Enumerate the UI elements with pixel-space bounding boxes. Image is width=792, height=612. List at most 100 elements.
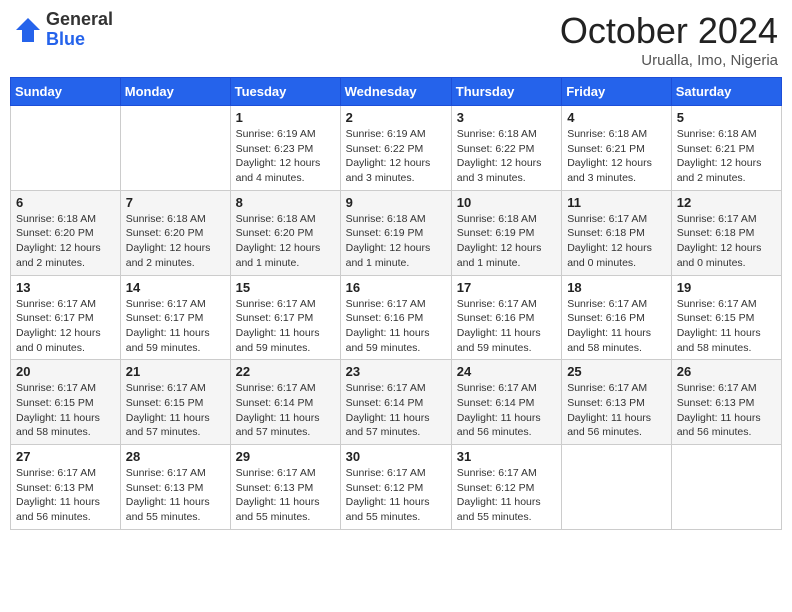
day-number: 5 — [677, 110, 776, 125]
day-info: Sunrise: 6:17 AM Sunset: 6:18 PM Dayligh… — [677, 212, 776, 271]
calendar-cell: 30Sunrise: 6:17 AM Sunset: 6:12 PM Dayli… — [340, 445, 451, 530]
calendar-cell: 15Sunrise: 6:17 AM Sunset: 6:17 PM Dayli… — [230, 275, 340, 360]
calendar-cell: 14 Sunrise: 6:17 AM Sunset: 6:17 PM Dayli… — [120, 275, 230, 360]
day-of-week-header: Wednesday — [340, 78, 451, 106]
calendar-cell — [562, 445, 672, 530]
day-info: Sunrise: 6:17 AM Sunset: 6:13 PM Dayligh… — [16, 466, 115, 525]
day-of-week-header: Friday — [562, 78, 672, 106]
day-info: Sunrise: 6:18 AM Sunset: 6:20 PM Dayligh… — [16, 212, 115, 271]
logo-blue: Blue — [46, 30, 113, 50]
day-number: 28 — [126, 449, 225, 464]
location: Urualla, Imo, Nigeria — [560, 52, 778, 69]
calendar-cell: 16 Sunrise: 6:17 AM Sunset: 6:16 PM Dayli… — [340, 275, 451, 360]
day-number: 31 — [457, 449, 556, 464]
day-number: 3 — [457, 110, 556, 125]
calendar-cell: 25 Sunrise: 6:17 AM Sunset: 6:13 PM Dayli… — [562, 360, 672, 445]
logo-text: General Blue — [46, 10, 113, 50]
calendar-cell — [120, 106, 230, 191]
day-number: 23 — [346, 364, 446, 379]
day-info: Sunrise: 6:17 AM Sunset: 6:15 PM Dayligh… — [16, 381, 115, 440]
day-number: 19 — [677, 280, 776, 295]
day-of-week-header: Saturday — [671, 78, 781, 106]
calendar-week-row: 20 Sunrise: 6:17 AM Sunset: 6:15 PM Dayli… — [11, 360, 782, 445]
day-number: 1 — [236, 110, 335, 125]
calendar-cell: 4 Sunrise: 6:18 AM Sunset: 6:21 PM Daylig… — [562, 106, 672, 191]
calendar-cell: 12 Sunrise: 6:17 AM Sunset: 6:18 PM Dayli… — [671, 190, 781, 275]
day-info: Sunrise: 6:17 AM Sunset: 6:13 PM Dayligh… — [126, 466, 225, 525]
day-of-week-header: Sunday — [11, 78, 121, 106]
calendar-cell: 20 Sunrise: 6:17 AM Sunset: 6:15 PM Dayli… — [11, 360, 121, 445]
day-number: 25 — [567, 364, 666, 379]
calendar-cell: 8 Sunrise: 6:18 AM Sunset: 6:20 PM Daylig… — [230, 190, 340, 275]
day-number: 12 — [677, 195, 776, 210]
day-number: 2 — [346, 110, 446, 125]
day-info: Sunrise: 6:19 AM Sunset: 6:23 PM Dayligh… — [236, 127, 335, 186]
calendar-week-row: 6 Sunrise: 6:18 AM Sunset: 6:20 PM Daylig… — [11, 190, 782, 275]
day-info: Sunrise: 6:17 AM Sunset: 6:14 PM Dayligh… — [236, 381, 335, 440]
day-info: Sunrise: 6:17 AM Sunset: 6:13 PM Dayligh… — [236, 466, 335, 525]
calendar-cell: 26Sunrise: 6:17 AM Sunset: 6:13 PM Dayli… — [671, 360, 781, 445]
calendar-cell: 19 Sunrise: 6:17 AM Sunset: 6:15 PM Dayli… — [671, 275, 781, 360]
day-info: Sunrise: 6:17 AM Sunset: 6:13 PM Dayligh… — [677, 381, 776, 440]
calendar-cell: 24 Sunrise: 6:17 AM Sunset: 6:14 PM Dayli… — [451, 360, 561, 445]
calendar-cell: 22 Sunrise: 6:17 AM Sunset: 6:14 PM Dayli… — [230, 360, 340, 445]
calendar-cell: 7 Sunrise: 6:18 AM Sunset: 6:20 PM Daylig… — [120, 190, 230, 275]
calendar-cell: 2Sunrise: 6:19 AM Sunset: 6:22 PM Daylig… — [340, 106, 451, 191]
day-number: 21 — [126, 364, 225, 379]
calendar-cell: 3Sunrise: 6:18 AM Sunset: 6:22 PM Daylig… — [451, 106, 561, 191]
day-number: 17 — [457, 280, 556, 295]
day-number: 14 — [126, 280, 225, 295]
day-info: Sunrise: 6:18 AM Sunset: 6:19 PM Dayligh… — [457, 212, 556, 271]
day-info: Sunrise: 6:17 AM Sunset: 6:17 PM Dayligh… — [126, 297, 225, 356]
day-number: 16 — [346, 280, 446, 295]
calendar-cell — [671, 445, 781, 530]
day-info: Sunrise: 6:17 AM Sunset: 6:14 PM Dayligh… — [457, 381, 556, 440]
calendar-cell: 27 Sunrise: 6:17 AM Sunset: 6:13 PM Dayli… — [11, 445, 121, 530]
calendar-cell: 17 Sunrise: 6:17 AM Sunset: 6:16 PM Dayli… — [451, 275, 561, 360]
logo-icon — [14, 16, 42, 44]
day-info: Sunrise: 6:17 AM Sunset: 6:12 PM Dayligh… — [457, 466, 556, 525]
day-number: 22 — [236, 364, 335, 379]
day-number: 24 — [457, 364, 556, 379]
day-info: Sunrise: 6:17 AM Sunset: 6:15 PM Dayligh… — [677, 297, 776, 356]
calendar-cell: 10Sunrise: 6:18 AM Sunset: 6:19 PM Dayli… — [451, 190, 561, 275]
day-number: 27 — [16, 449, 115, 464]
calendar-cell: 13 Sunrise: 6:17 AM Sunset: 6:17 PM Dayli… — [11, 275, 121, 360]
calendar-header-row: SundayMondayTuesdayWednesdayThursdayFrid… — [11, 78, 782, 106]
day-number: 6 — [16, 195, 115, 210]
day-number: 20 — [16, 364, 115, 379]
calendar-week-row: 1 Sunrise: 6:19 AM Sunset: 6:23 PM Daylig… — [11, 106, 782, 191]
calendar-cell: 31 Sunrise: 6:17 AM Sunset: 6:12 PM Dayli… — [451, 445, 561, 530]
calendar-cell: 21 Sunrise: 6:17 AM Sunset: 6:15 PM Dayli… — [120, 360, 230, 445]
calendar-cell: 11Sunrise: 6:17 AM Sunset: 6:18 PM Dayli… — [562, 190, 672, 275]
day-number: 30 — [346, 449, 446, 464]
day-number: 7 — [126, 195, 225, 210]
day-info: Sunrise: 6:18 AM Sunset: 6:19 PM Dayligh… — [346, 212, 446, 271]
day-number: 13 — [16, 280, 115, 295]
month-title: October 2024 — [560, 10, 778, 52]
day-of-week-header: Monday — [120, 78, 230, 106]
calendar-cell: 5 Sunrise: 6:18 AM Sunset: 6:21 PM Daylig… — [671, 106, 781, 191]
page-header: General Blue October 2024 Urualla, Imo, … — [10, 10, 782, 69]
day-info: Sunrise: 6:17 AM Sunset: 6:16 PM Dayligh… — [457, 297, 556, 356]
day-info: Sunrise: 6:18 AM Sunset: 6:20 PM Dayligh… — [236, 212, 335, 271]
title-block: October 2024 Urualla, Imo, Nigeria — [560, 10, 778, 69]
day-of-week-header: Tuesday — [230, 78, 340, 106]
day-number: 4 — [567, 110, 666, 125]
day-info: Sunrise: 6:17 AM Sunset: 6:13 PM Dayligh… — [567, 381, 666, 440]
calendar-cell: 18Sunrise: 6:17 AM Sunset: 6:16 PM Dayli… — [562, 275, 672, 360]
day-info: Sunrise: 6:18 AM Sunset: 6:21 PM Dayligh… — [567, 127, 666, 186]
day-number: 8 — [236, 195, 335, 210]
day-info: Sunrise: 6:17 AM Sunset: 6:17 PM Dayligh… — [236, 297, 335, 356]
day-info: Sunrise: 6:18 AM Sunset: 6:21 PM Dayligh… — [677, 127, 776, 186]
day-info: Sunrise: 6:17 AM Sunset: 6:17 PM Dayligh… — [16, 297, 115, 356]
day-info: Sunrise: 6:17 AM Sunset: 6:16 PM Dayligh… — [567, 297, 666, 356]
calendar-week-row: 13 Sunrise: 6:17 AM Sunset: 6:17 PM Dayli… — [11, 275, 782, 360]
calendar-table: SundayMondayTuesdayWednesdayThursdayFrid… — [10, 77, 782, 530]
calendar-cell: 23Sunrise: 6:17 AM Sunset: 6:14 PM Dayli… — [340, 360, 451, 445]
day-number: 11 — [567, 195, 666, 210]
day-info: Sunrise: 6:17 AM Sunset: 6:15 PM Dayligh… — [126, 381, 225, 440]
day-info: Sunrise: 6:17 AM Sunset: 6:16 PM Dayligh… — [346, 297, 446, 356]
day-info: Sunrise: 6:18 AM Sunset: 6:20 PM Dayligh… — [126, 212, 225, 271]
calendar-cell: 6 Sunrise: 6:18 AM Sunset: 6:20 PM Daylig… — [11, 190, 121, 275]
